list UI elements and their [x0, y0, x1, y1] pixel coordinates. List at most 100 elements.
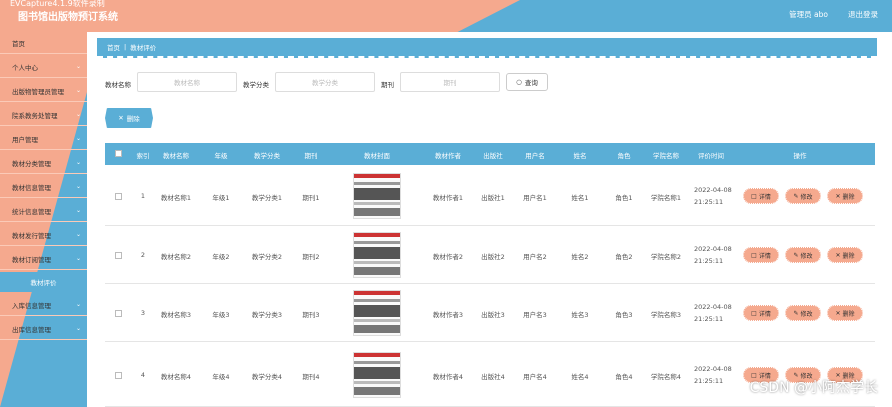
sidebar-item-label: 教材信息管理 — [12, 183, 51, 192]
cell-index: 2 — [140, 251, 146, 259]
sidebar-item-label: 个人中心 — [12, 63, 38, 72]
cell-name: 教材名称4 — [160, 373, 192, 381]
sidebar-item-a5[interactable]: 教材分类管理 ⌄ — [0, 152, 87, 174]
cover-image-band — [354, 299, 400, 302]
sidebar-item-a9[interactable]: 教材订阅管理 ⌄ — [0, 248, 87, 270]
sidebar-item-label: 统计信息管理 — [12, 207, 51, 216]
edit-button[interactable]: ✎ 修改 — [785, 247, 821, 263]
delete-button[interactable]: ✕ 删除 — [827, 247, 863, 263]
sidebar-item-a2[interactable]: 出版物管理员管理 ⌄ — [0, 80, 87, 102]
detail-button[interactable]: □ 详情 — [743, 305, 779, 321]
edit-button[interactable]: ✎ 修改 — [785, 188, 821, 204]
select-all-checkbox[interactable] — [115, 150, 122, 157]
cell-journal: 期刊3 — [302, 311, 320, 319]
cell-publisher: 出版社2 — [481, 253, 505, 261]
row-checkbox[interactable] — [115, 252, 122, 259]
chevron-down-icon: ⌄ — [75, 231, 81, 238]
edit-button-label: 修改 — [800, 252, 813, 260]
chevron-down-icon: ⌄ — [75, 301, 81, 308]
chevron-down-icon: ⌄ — [75, 207, 81, 214]
cover-image — [353, 173, 401, 219]
sidebar-item-label: 院系教务处管理 — [12, 111, 58, 120]
column-header: 教学分类 — [254, 152, 280, 160]
row-checkbox[interactable] — [115, 193, 122, 200]
sidebar-item-label: 用户管理 — [12, 135, 38, 144]
breadcrumb-current: 教材评价 — [130, 44, 157, 52]
search-label-journal: 期刊 — [381, 81, 394, 89]
cell-author: 教材作者3 — [432, 311, 464, 319]
cell-journal: 期刊4 — [302, 373, 320, 381]
search-input-journal[interactable]: 期刊 — [400, 72, 500, 92]
cell-realname: 姓名3 — [571, 311, 589, 319]
cover-image-band — [354, 202, 400, 205]
column-header: 用户名 — [525, 152, 545, 160]
cell-author: 教材作者2 — [432, 253, 464, 261]
cover-image — [353, 232, 401, 278]
cell-college: 学院名称2 — [650, 253, 682, 261]
sidebar-item-a6[interactable]: 教材信息管理 ⌄ — [0, 176, 87, 198]
cover-image — [353, 352, 401, 398]
cover-image-band — [354, 267, 400, 275]
edit-button[interactable]: ✎ 修改 — [785, 305, 821, 321]
sidebar-item-label: 入库信息管理 — [12, 301, 51, 310]
bulk-delete-button[interactable]: ✕ 删除 — [105, 108, 153, 128]
sidebar-item-a7[interactable]: 统计信息管理 ⌄ — [0, 200, 87, 222]
row-checkbox[interactable] — [115, 310, 122, 317]
search-input-category[interactable]: 教学分类 — [275, 72, 375, 92]
cell-username: 用户名4 — [523, 373, 547, 381]
sidebar-item-label: 出版物管理员管理 — [12, 87, 64, 96]
trash-icon: ✕ — [835, 251, 841, 259]
delete-button[interactable]: ✕ 删除 — [827, 188, 863, 204]
cover-image — [353, 290, 401, 336]
cell-grade: 年级3 — [212, 311, 230, 319]
delete-button[interactable]: ✕ 删除 — [827, 305, 863, 321]
sidebar-subitem-active[interactable]: 教材评价 — [0, 272, 87, 292]
search-label-category: 教学分类 — [243, 81, 269, 89]
sidebar-item-label: 教材分类管理 — [12, 159, 51, 168]
column-header: 操作 — [793, 152, 807, 160]
detail-button[interactable]: □ 详情 — [743, 188, 779, 204]
detail-button-label: 详情 — [758, 310, 771, 318]
current-user: 管理员 abo — [789, 10, 828, 19]
cover-image-band — [354, 361, 400, 364]
sidebar-item-b0[interactable]: 入库信息管理 ⌄ — [0, 294, 87, 316]
cell-username: 用户名3 — [523, 311, 547, 319]
table-row: 3 教材名称3 年级3 教学分类3 期刊3 教材作者3 出版社3 用户名3 姓名3 角色3 学院名称… — [105, 284, 875, 342]
column-header: 教材作者 — [435, 152, 461, 160]
sidebar-item-a0[interactable]: 首页 — [0, 32, 87, 54]
cover-image-band — [354, 261, 400, 264]
column-header: 角色 — [617, 152, 631, 160]
search-button[interactable]: ○ 查询 — [506, 73, 548, 91]
detail-button[interactable]: □ 详情 — [743, 247, 779, 263]
cell-role: 角色4 — [615, 373, 633, 381]
search-input-name[interactable]: 教材名称 — [137, 72, 237, 92]
cell-realname: 姓名2 — [571, 253, 589, 261]
cover-image-band — [354, 381, 400, 384]
sidebar: 首页 个人中心 ⌄ 出版物管理员管理 ⌄ 院系教务处管理 ⌄ 用户管理 ⌄ 教材分类管理 ⌄ 教材信息… — [0, 32, 87, 407]
breadcrumb-home[interactable]: 首页 — [107, 42, 120, 52]
column-header: 索引 — [136, 152, 150, 160]
edit-button-label: 修改 — [800, 193, 813, 201]
detail-icon: □ — [751, 251, 757, 259]
chevron-down-icon: ⌄ — [75, 325, 81, 332]
cell-role: 角色3 — [615, 311, 633, 319]
edit-button-label: 修改 — [800, 310, 813, 318]
cover-image-band — [354, 182, 400, 185]
logout-button[interactable]: 退出登录 — [848, 9, 878, 20]
watermark: CSDN @小阿杰学长 — [749, 380, 878, 396]
column-header: 出版社 — [483, 152, 503, 160]
sidebar-item-a1[interactable]: 个人中心 ⌄ — [0, 56, 87, 78]
chevron-down-icon: ⌄ — [75, 63, 81, 70]
search-label-name: 教材名称 — [105, 81, 131, 89]
sidebar-item-a8[interactable]: 教材发行管理 ⌄ — [0, 224, 87, 246]
cell-index: 4 — [140, 371, 146, 379]
column-header: 学院名称 — [653, 152, 679, 160]
cell-publisher: 出版社1 — [481, 194, 505, 202]
sidebar-item-b1[interactable]: 出库信息管理 ⌄ — [0, 318, 87, 340]
delete-button-label: 删除 — [842, 310, 855, 318]
sidebar-item-a4[interactable]: 用户管理 ⌄ — [0, 128, 87, 150]
sidebar-item-a3[interactable]: 院系教务处管理 ⌄ — [0, 104, 87, 126]
cover-image-band — [354, 247, 400, 259]
delete-button-label: 删除 — [842, 252, 855, 260]
row-checkbox[interactable] — [115, 372, 122, 379]
